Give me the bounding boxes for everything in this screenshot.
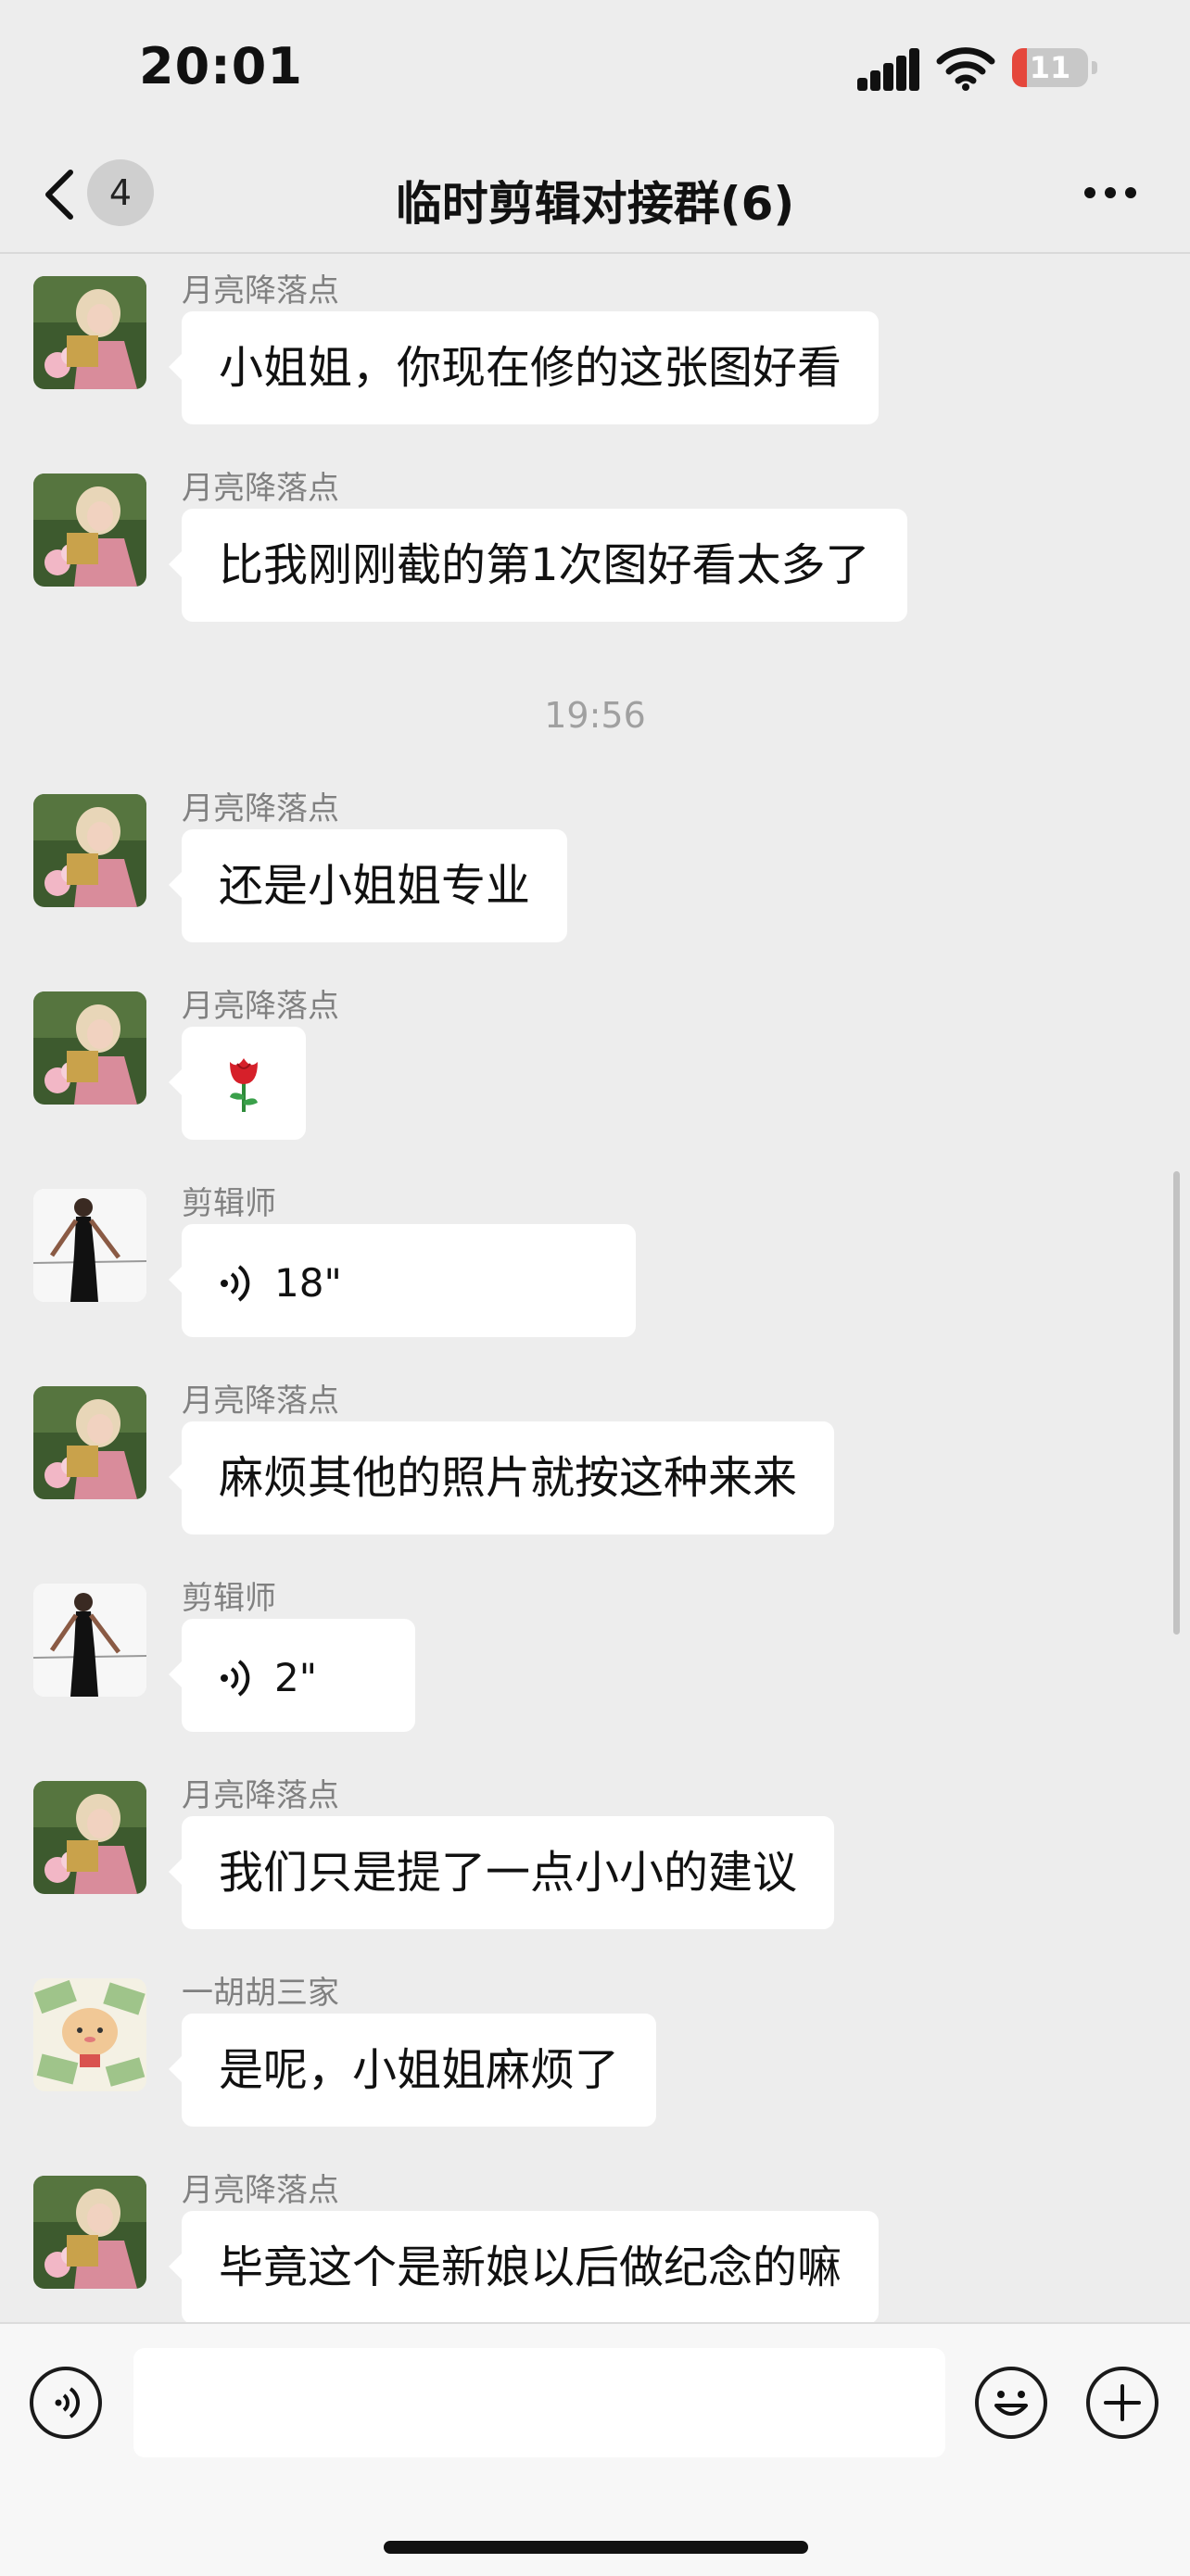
voice-wave-icon bbox=[221, 1660, 250, 1697]
more-functions-button[interactable] bbox=[1086, 2367, 1158, 2439]
avatar-yueliang[interactable] bbox=[33, 794, 146, 907]
home-indicator[interactable] bbox=[384, 2541, 808, 2554]
status-bar: 20:01 11 bbox=[0, 0, 1190, 139]
message-bubble[interactable]: 我们只是提了一点小小的建议 bbox=[168, 1816, 835, 1929]
voice-input-button[interactable] bbox=[30, 2367, 102, 2439]
avatar-yueliang[interactable] bbox=[33, 2176, 146, 2289]
avatar-image bbox=[33, 1978, 146, 2091]
sender-name: 一胡胡三家 bbox=[182, 1975, 339, 2012]
input-bar bbox=[0, 2322, 1190, 2576]
message-bubble[interactable]: 麻烦其他的照片就按这种来来 bbox=[168, 1421, 835, 1534]
cellular-signal-icon bbox=[857, 48, 919, 91]
voice-wave-icon bbox=[221, 1265, 250, 1302]
sender-name: 月亮降落点 bbox=[182, 1383, 339, 1420]
voice-wave-icon bbox=[55, 2387, 80, 2418]
avatar-editor[interactable] bbox=[33, 1584, 146, 1697]
avatar-yueliang[interactable] bbox=[33, 474, 146, 587]
sender-name: 剪辑师 bbox=[182, 1580, 276, 1617]
emoji-button[interactable] bbox=[975, 2367, 1047, 2439]
message-timestamp: 19:56 bbox=[544, 695, 646, 736]
smiley-icon bbox=[994, 2391, 1028, 2416]
message-bubble[interactable]: 是呢，小姐姐麻烦了 bbox=[168, 2014, 657, 2127]
avatar-image bbox=[33, 794, 146, 907]
voice-duration: 2" bbox=[274, 1655, 318, 1700]
avatar-image bbox=[33, 276, 146, 389]
avatar-image bbox=[33, 991, 146, 1105]
battery-tip bbox=[1092, 61, 1097, 74]
avatar-yueliang[interactable] bbox=[33, 991, 146, 1105]
avatar-image bbox=[33, 2176, 146, 2289]
sender-name: 剪辑师 bbox=[182, 1185, 276, 1222]
avatar-image bbox=[33, 1584, 146, 1697]
chat-messages[interactable]: 月亮降落点 小姐姐，你现在修的这张图好看 月亮降落点 比我刚刚截的第1次图好看太… bbox=[0, 254, 1190, 2322]
sender-name: 月亮降落点 bbox=[182, 790, 339, 827]
sender-name: 月亮降落点 bbox=[182, 2172, 339, 2209]
battery-level: 11 bbox=[1029, 50, 1071, 85]
avatar-image bbox=[33, 474, 146, 587]
avatar-yueliang[interactable] bbox=[33, 1386, 146, 1499]
voice-message-bubble[interactable]: 18" bbox=[169, 1224, 636, 1337]
scrollbar[interactable] bbox=[1173, 1171, 1180, 1635]
avatar-editor[interactable] bbox=[33, 1189, 146, 1302]
avatar-image bbox=[33, 1781, 146, 1894]
sender-name: 月亮降落点 bbox=[182, 988, 339, 1025]
avatar-yueliang[interactable] bbox=[33, 276, 146, 389]
emoji-text: 🌹 bbox=[182, 1027, 183, 1028]
plus-icon bbox=[1104, 2384, 1141, 2421]
chat-title: 临时剪辑对接群(6) bbox=[395, 177, 795, 231]
sender-name: 月亮降落点 bbox=[182, 272, 339, 309]
status-time: 20:01 bbox=[139, 37, 303, 95]
avatar-huhu[interactable] bbox=[33, 1978, 146, 2091]
more-options-icon[interactable] bbox=[1084, 187, 1140, 200]
sender-name: 月亮降落点 bbox=[182, 1777, 339, 1814]
battery-icon: 11 bbox=[1012, 48, 1088, 87]
message-bubble[interactable]: 小姐姐，你现在修的这张图好看 bbox=[168, 311, 880, 424]
avatar-image bbox=[33, 1386, 146, 1499]
message-input[interactable] bbox=[133, 2348, 945, 2457]
rose-icon bbox=[230, 1058, 258, 1112]
voice-message-bubble[interactable]: 2" bbox=[169, 1619, 415, 1732]
wifi-icon bbox=[936, 47, 995, 91]
avatar-yueliang[interactable] bbox=[33, 1781, 146, 1894]
message-bubble[interactable]: 比我刚刚截的第1次图好看太多了 bbox=[169, 509, 907, 622]
voice-duration: 18" bbox=[274, 1260, 342, 1306]
sender-name: 月亮降落点 bbox=[182, 470, 339, 507]
message-bubble[interactable]: 还是小姐姐专业 bbox=[168, 829, 568, 942]
message-bubble[interactable]: 毕竟这个是新娘以后做纪念的嘛 bbox=[168, 2211, 880, 2322]
avatar-image bbox=[33, 1189, 146, 1302]
emoji-bubble[interactable]: 🌹 bbox=[169, 1027, 306, 1140]
